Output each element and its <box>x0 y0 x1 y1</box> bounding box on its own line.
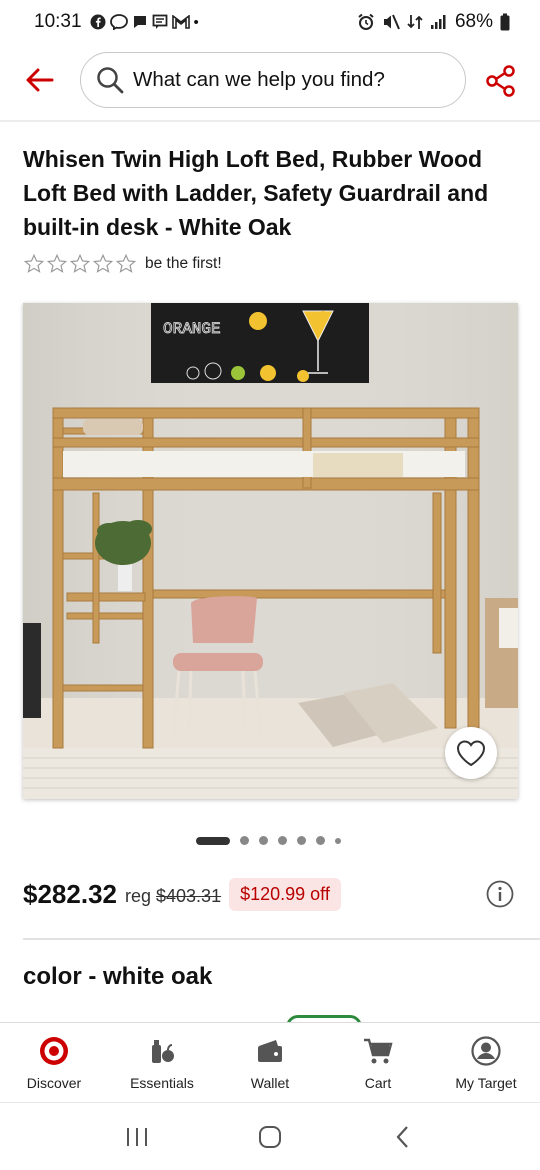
home-button[interactable] <box>250 1117 290 1157</box>
nav-discover[interactable]: Discover <box>0 1023 108 1102</box>
product-image[interactable]: ORANGE <box>23 303 518 799</box>
system-navigation-bar <box>0 1102 540 1170</box>
poster-text: ORANGE <box>163 320 221 338</box>
battery-icon <box>500 13 510 31</box>
carousel-dot[interactable] <box>335 837 341 844</box>
nav-wallet[interactable]: Wallet <box>216 1023 324 1102</box>
cart-icon <box>364 1038 393 1064</box>
star-icon <box>92 253 114 273</box>
nav-label: Wallet <box>250 1075 290 1091</box>
regular-price: reg $403.31 <box>125 886 221 907</box>
search-bar[interactable] <box>80 52 466 108</box>
nav-my-target[interactable]: My Target <box>432 1023 540 1102</box>
nav-label: Essentials <box>130 1075 194 1091</box>
recent-apps-button[interactable] <box>117 1117 157 1157</box>
heart-icon <box>456 740 486 767</box>
back-button[interactable] <box>24 64 56 96</box>
status-time: 10:31 <box>34 11 82 32</box>
carousel-dot[interactable] <box>259 836 268 845</box>
system-back-button[interactable] <box>383 1117 423 1157</box>
gmail-icon <box>171 15 190 29</box>
nav-essentials[interactable]: Essentials <box>108 1023 216 1102</box>
carousel-dot[interactable] <box>278 836 287 845</box>
wallet-icon <box>258 1040 282 1062</box>
carousel-dot-active[interactable] <box>196 836 230 845</box>
regular-price-label: reg <box>124 885 151 906</box>
battery-percent: 68% <box>454 11 493 32</box>
carousel-dot[interactable] <box>297 836 306 845</box>
back-arrow-icon <box>26 68 54 92</box>
chat-icon <box>133 16 146 28</box>
current-price: $282.32 <box>23 878 117 909</box>
nav-cart[interactable]: Cart <box>324 1023 432 1102</box>
mute-icon <box>383 14 400 30</box>
notification-icons: • <box>90 14 199 31</box>
chevron-left-icon <box>396 1125 409 1148</box>
facebook-icon <box>90 14 106 30</box>
account-icon <box>471 1036 501 1066</box>
data-icon <box>407 15 423 29</box>
star-icon <box>23 253 45 273</box>
nav-label: Discover <box>26 1075 82 1091</box>
share-button[interactable] <box>484 64 518 98</box>
carousel-indicator[interactable] <box>196 836 341 845</box>
loft-bed-photo: ORANGE <box>23 303 518 799</box>
search-icon <box>97 67 124 94</box>
bottom-navigation: Discover Essentials Wallet Cart My Targe… <box>0 1022 540 1102</box>
carousel-dot[interactable] <box>316 836 325 845</box>
price-row: $282.32 reg $403.31 $120.99 off <box>23 873 518 915</box>
header-divider <box>0 120 540 122</box>
color-heading: color - white oak <box>23 963 213 990</box>
messenger-icon <box>109 14 128 30</box>
favorite-button[interactable] <box>445 727 497 779</box>
carousel-dot[interactable] <box>240 836 249 845</box>
target-logo-icon <box>40 1037 68 1065</box>
rating-stars <box>23 253 137 275</box>
more-notifications-dot: • <box>193 13 199 31</box>
share-icon <box>486 65 515 97</box>
nav-label: Cart <box>364 1075 392 1091</box>
top-navigation <box>0 50 540 112</box>
signal-icon <box>430 15 446 29</box>
status-bar: 10:31 • 68% <box>0 0 540 44</box>
message-icon <box>152 14 167 29</box>
product-title: Whisen Twin High Loft Bed, Rubber Wood L… <box>23 146 489 240</box>
rating-text: be the first! <box>145 255 222 272</box>
rating-row[interactable]: be the first! <box>23 253 222 275</box>
star-icon <box>69 253 91 273</box>
nav-label: My Target <box>455 1075 517 1091</box>
section-divider <box>23 938 540 940</box>
info-icon[interactable] <box>486 880 514 908</box>
star-icon <box>115 253 137 273</box>
essentials-icon <box>152 1040 174 1063</box>
regular-price-value: $403.31 <box>156 885 222 906</box>
star-icon <box>46 253 68 273</box>
search-input[interactable] <box>133 68 453 92</box>
savings-badge: $120.99 off <box>229 877 341 911</box>
alarm-icon <box>358 13 374 30</box>
home-icon <box>258 1125 281 1148</box>
recent-apps-icon <box>126 1127 147 1146</box>
